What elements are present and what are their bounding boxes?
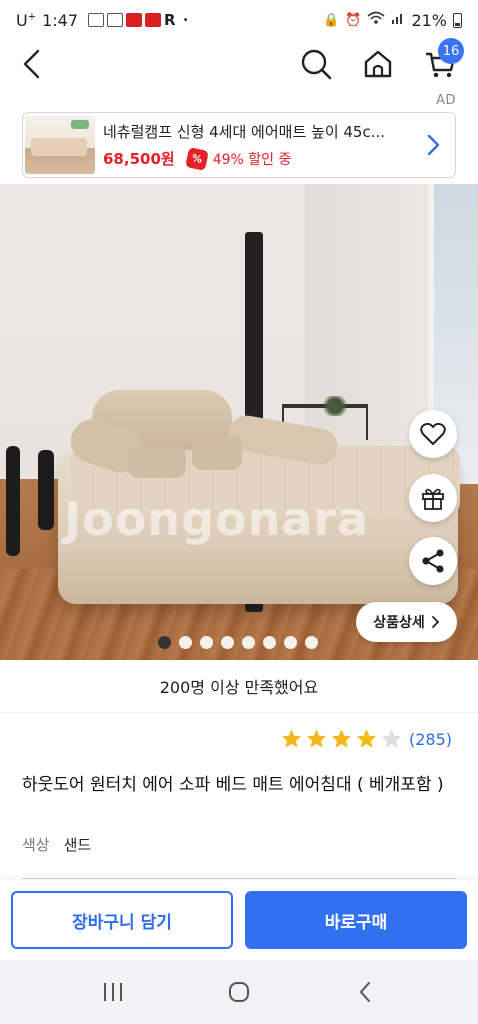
back-chevron-icon xyxy=(359,982,370,1002)
search-icon xyxy=(301,49,332,80)
status-bar: U+ 1:47 R • 🔒 ⏰ 21% xyxy=(0,0,478,40)
star-filled-icon xyxy=(281,729,302,748)
divider xyxy=(0,712,478,713)
battery-percent: 21% xyxy=(411,10,447,30)
chevron-right-icon xyxy=(431,616,440,628)
ad-discount: 49% 할인 중 xyxy=(212,151,292,168)
bottom-action-bar: 장바구니 담기 바로구매 xyxy=(0,880,478,960)
option-row: 색상 샌드 xyxy=(22,834,91,855)
carousel-dot xyxy=(284,636,297,649)
star-empty-icon xyxy=(381,729,402,748)
lock-icon: 🔒 xyxy=(323,12,340,28)
star-filled-icon xyxy=(331,729,352,748)
alarm-icon: ⏰ xyxy=(345,12,362,28)
app-notification-icon xyxy=(88,13,105,27)
gift-button[interactable] xyxy=(409,474,457,522)
app-notification-icon xyxy=(126,13,143,27)
ad-price: 68,500원 xyxy=(103,150,175,168)
r-notification-icon: R xyxy=(164,13,176,27)
image-chair xyxy=(0,446,58,556)
watermark: Joongonara xyxy=(64,492,370,546)
status-left: U+ 1:47 R • xyxy=(16,11,189,30)
image-pillow xyxy=(128,446,186,478)
app-notification-icon xyxy=(145,13,162,27)
search-button[interactable] xyxy=(296,44,336,84)
ad-price-row: 68,500원 % 49% 할인 중 xyxy=(103,146,421,171)
share-icon xyxy=(422,549,444,573)
battery-icon xyxy=(453,12,462,28)
ad-banner[interactable]: 네츄럴캠프 신형 4세대 에어매트 높이 45c... 68,500원 % 49… xyxy=(22,112,456,178)
recent-apps-icon xyxy=(104,983,122,1001)
satisfaction-text: 200명 이상 만족했어요 xyxy=(159,678,319,697)
home-circle-icon xyxy=(229,982,249,1002)
top-nav: 16 xyxy=(0,38,478,88)
product-title: 하웃도어 원터치 에어 소파 베드 매트 에어침대 ( 베개포함 ) xyxy=(22,775,444,795)
rating-summary[interactable]: (285) xyxy=(280,728,452,750)
discount-icon: % xyxy=(184,146,209,171)
option-value: 샌드 xyxy=(63,836,92,854)
ad-text: 네츄럴캠프 신형 4세대 에어매트 높이 45c... 68,500원 % 49… xyxy=(103,121,421,171)
app-notification-icon xyxy=(107,13,124,27)
cart-count-badge: 16 xyxy=(438,38,464,64)
carousel-dot xyxy=(242,636,255,649)
back-button[interactable] xyxy=(12,44,52,84)
carrier-label: U+ xyxy=(16,10,37,30)
product-image-carousel[interactable]: Joongonara xyxy=(0,184,478,660)
recent-apps-button[interactable] xyxy=(93,972,133,1012)
carousel-dot xyxy=(158,636,171,649)
wishlist-button[interactable] xyxy=(409,410,457,458)
star-filled-icon xyxy=(306,729,327,748)
gift-icon xyxy=(422,488,444,510)
notification-icons: R • xyxy=(88,13,189,27)
buy-now-button[interactable]: 바로구매 xyxy=(245,891,467,949)
image-pillow xyxy=(192,436,242,470)
more-notifications-dot: • xyxy=(182,14,189,26)
heart-icon xyxy=(420,422,446,445)
carousel-dot xyxy=(221,636,234,649)
ad-title: 네츄럴캠프 신형 4세대 에어매트 높이 45c... xyxy=(103,123,386,141)
product-detail-button[interactable]: 상품상세 xyxy=(356,602,457,642)
review-count[interactable]: (285) xyxy=(409,730,452,749)
star-filled-icon xyxy=(356,729,377,748)
carousel-dot xyxy=(179,636,192,649)
back-arrow-icon xyxy=(23,49,40,79)
ad-label: AD xyxy=(436,93,456,108)
image-plant xyxy=(320,396,350,416)
home-button[interactable] xyxy=(358,44,398,84)
option-label: 색상 xyxy=(22,836,50,854)
product-detail-label: 상품상세 xyxy=(373,615,425,631)
cart-button[interactable]: 16 xyxy=(420,38,464,84)
chevron-right-icon xyxy=(421,133,445,157)
system-nav-bar xyxy=(0,960,478,1024)
carousel-indicator xyxy=(158,636,318,649)
ad-thumbnail xyxy=(25,116,95,174)
carousel-dot xyxy=(305,636,318,649)
carousel-dot xyxy=(200,636,213,649)
wifi-icon xyxy=(367,11,385,29)
status-right: 🔒 ⏰ 21% xyxy=(323,11,462,30)
home-icon xyxy=(364,50,392,78)
signal-icon xyxy=(391,11,405,29)
system-back-button[interactable] xyxy=(345,972,385,1012)
carousel-dot xyxy=(263,636,276,649)
home-system-button[interactable] xyxy=(219,972,259,1012)
clock: 1:47 xyxy=(42,10,79,30)
add-to-cart-button[interactable]: 장바구니 담기 xyxy=(11,891,233,949)
share-button[interactable] xyxy=(409,537,457,585)
